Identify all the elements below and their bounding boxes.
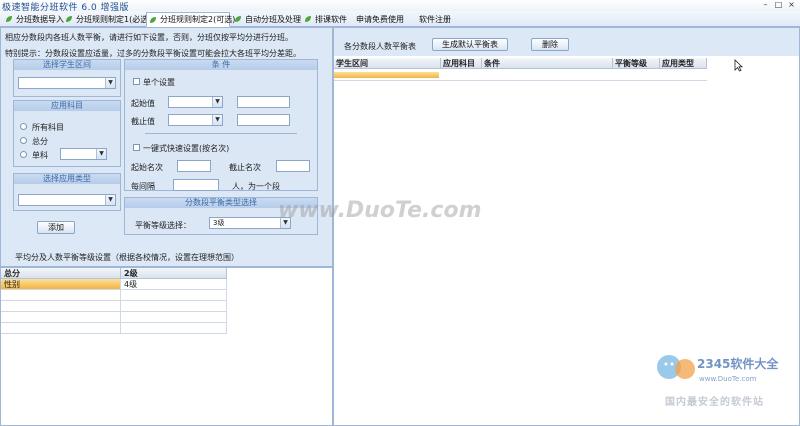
col-student-range: 学生区间 [334, 58, 441, 69]
watermark-logo: 2345软件大全 www.DuoTe.com 国内最安全的软件站 [655, 349, 795, 421]
radio-single-subject[interactable] [20, 151, 27, 158]
table-row[interactable] [121, 312, 227, 323]
interval-suffix: 人，为一个段 [232, 182, 280, 191]
tab-bar: 分班数据导入 分班规则制定1(必选) 分班规则制定2(可选) 自动分班及处理 排… [0, 11, 800, 27]
add-button[interactable]: 添加 [37, 221, 75, 234]
interval-input[interactable] [173, 179, 219, 191]
leaf-icon [234, 15, 242, 23]
col-condition: 条件 [482, 58, 613, 69]
tab-scheduling[interactable]: 排课软件 [302, 12, 347, 26]
grid-row-gender-level[interactable]: 4级 [121, 279, 227, 290]
start-rank-input[interactable] [177, 160, 211, 172]
student-range-title: 选择学生区间 [14, 60, 120, 70]
table-row[interactable] [1, 290, 121, 301]
tab-free-trial[interactable]: 申请免费使用 [354, 12, 404, 26]
balance-table-header: 各分数段人数平衡表 生成默认平衡表 删除 [334, 28, 799, 56]
balance-level-grid: 总分 2级 性别 4级 [0, 267, 333, 426]
tab-auto-assign[interactable]: 自动分班及处理 [232, 12, 301, 26]
col-apply-type: 应用类型 [660, 58, 707, 69]
intro-text: 相应分数段内各班人数平衡，请进行如下设置，否则，分班仅按平均分进行分班。 [5, 33, 293, 42]
leaf-icon [65, 15, 73, 23]
table-row[interactable] [1, 323, 121, 334]
divider [145, 133, 297, 134]
interval-label: 每间隔 [131, 182, 155, 191]
apply-type-title: 选择应用类型 [14, 174, 120, 184]
table-row[interactable] [121, 323, 227, 334]
quick-setting-checkbox[interactable] [133, 144, 140, 151]
col-balance-level: 平衡等级 [613, 58, 660, 69]
radio-total-score-label: 总分 [32, 137, 48, 146]
subject-title: 应用科目 [14, 101, 120, 111]
start-value-label: 起始值 [131, 99, 155, 108]
end-rank-label: 截止名次 [229, 163, 261, 172]
close-button[interactable]: × [786, 0, 797, 10]
start-value-select[interactable]: ▼ [168, 96, 223, 108]
student-range-select[interactable]: ▼ [18, 77, 116, 89]
maximize-button[interactable]: □ [773, 0, 784, 10]
rules-panel: 相应分数段内各班人数平衡，请进行如下设置，否则，分班仅按平均分进行分班。 特别提… [0, 27, 333, 267]
student-range-group: 选择学生区间 ▼ [13, 59, 121, 97]
minimize-button[interactable]: – [760, 0, 771, 10]
table-row[interactable] [1, 312, 121, 323]
end-value-input[interactable] [237, 114, 290, 126]
end-rank-input[interactable] [276, 160, 310, 172]
col-subject: 应用科目 [441, 58, 482, 69]
delete-button[interactable]: 删除 [531, 38, 569, 51]
grid-header-level: 2级 [121, 268, 227, 279]
conditions-title: 条 件 [125, 60, 317, 70]
table-row[interactable] [334, 69, 707, 81]
chevron-down-icon: ▼ [212, 97, 222, 107]
single-setting-label: 单个设置 [143, 78, 175, 87]
radio-all-subjects-label: 所有科目 [32, 123, 64, 132]
watermark-logo-text: 2345软件大全 [697, 357, 779, 371]
table-row[interactable] [1, 301, 121, 312]
generate-default-button[interactable]: 生成默认平衡表 [432, 38, 508, 51]
subject-group: 应用科目 所有科目 总分 单科 ▼ [13, 100, 121, 167]
end-value-label: 截止值 [131, 117, 155, 126]
balance-table-title: 各分数段人数平衡表 [344, 42, 416, 51]
tab-register[interactable]: 软件注册 [417, 12, 451, 26]
watermark-logo-url: www.DuoTe.com [699, 375, 757, 383]
conditions-group: 条 件 单个设置 起始值 ▼ 截止值 ▼ 一键式快速设置(按名次) 起始名次 截… [124, 59, 318, 191]
leaf-icon [5, 15, 13, 23]
leaf-icon [304, 15, 312, 23]
chevron-down-icon: ▼ [212, 115, 222, 125]
chevron-down-icon: ▼ [96, 149, 106, 159]
mouse-cursor-icon [734, 59, 743, 72]
tab-data-import[interactable]: 分班数据导入 [3, 12, 64, 26]
apply-type-select[interactable]: ▼ [18, 194, 116, 206]
table-row[interactable] [121, 290, 227, 301]
row-selection-highlight [334, 72, 439, 78]
chevron-down-icon: ▼ [105, 195, 115, 205]
quick-setting-label: 一键式快速设置(按名次) [143, 144, 230, 153]
single-subject-select[interactable]: ▼ [60, 148, 107, 160]
watermark-center: www.DuoTe.com [278, 198, 482, 223]
table-row[interactable] [121, 301, 227, 312]
smiley-logo-icon [657, 355, 695, 379]
grid-row-gender-name[interactable]: 性别 [1, 279, 121, 290]
chevron-down-icon: ▼ [105, 78, 115, 88]
grid-header-total: 总分 [1, 268, 121, 279]
leaf-icon [149, 16, 157, 24]
tip-text: 特别提示：分数段设置应适量，过多的分数段平衡设置可能会拉大各班平均分差距。 [5, 49, 301, 58]
radio-single-subject-label: 单科 [32, 151, 48, 160]
tab-rules-2[interactable]: 分班规则制定2(可选) [146, 12, 235, 27]
footer-note: 平均分及人数平衡等级设置（根据各校情况，设置在理想范围） [15, 253, 239, 262]
apply-type-group: 选择应用类型 ▼ [13, 173, 121, 211]
tab-rules-1[interactable]: 分班规则制定1(必选) [63, 12, 151, 26]
balance-level-label: 平衡等级选择： [135, 221, 191, 230]
end-value-select[interactable]: ▼ [168, 114, 223, 126]
radio-all-subjects[interactable] [20, 123, 27, 130]
radio-total-score[interactable] [20, 137, 27, 144]
start-value-input[interactable] [237, 96, 290, 108]
watermark-logo-sub: 国内最安全的软件站 [665, 397, 764, 408]
single-setting-checkbox[interactable] [133, 78, 140, 85]
title-bar: 极速智能分班软件 6.0 增强版 – □ × [0, 0, 800, 13]
start-rank-label: 起始名次 [131, 163, 163, 172]
